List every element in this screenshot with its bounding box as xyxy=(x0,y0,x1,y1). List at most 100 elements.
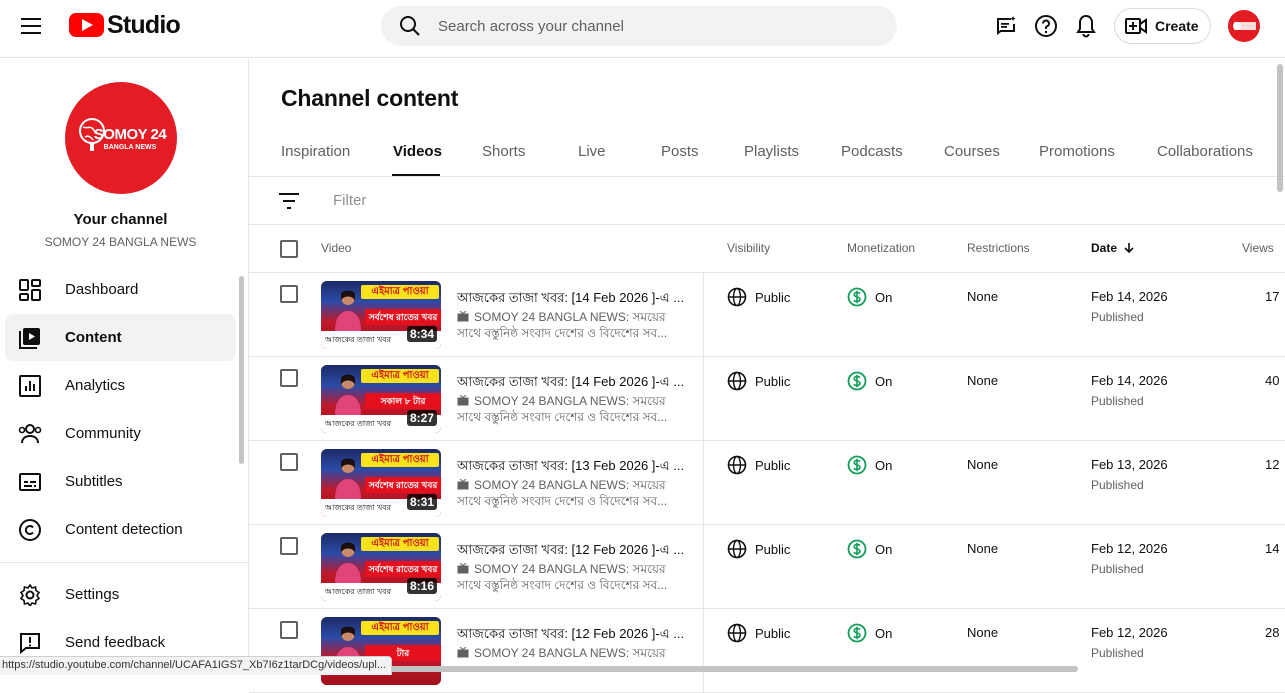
filter-input[interactable]: Filter xyxy=(333,192,366,209)
globe-icon xyxy=(727,623,747,643)
sidebar-item-community[interactable]: Community xyxy=(5,410,236,457)
tab-videos[interactable]: Videos xyxy=(393,143,442,160)
video-thumbnail[interactable]: এইমাত্র পাওয়া সকাল ৮ টার আজকের তাজা খবর… xyxy=(321,365,441,433)
video-duration: 8:31 xyxy=(406,494,437,510)
description-line2: সাথে বস্তুনিষ্ঠ সংবাদ দেশের ও বিদেশের সব… xyxy=(457,578,668,592)
channel-logo-line2: BANGLA NEWS xyxy=(103,143,157,151)
filter-icon[interactable] xyxy=(278,191,300,211)
video-title[interactable]: আজকের তাজা খবর: [12 Feb 2026 ]-এ ... xyxy=(457,625,689,646)
column-header-monetization[interactable]: Monetization xyxy=(847,241,915,255)
views-value: 28 xyxy=(1265,625,1280,640)
dollar-icon xyxy=(847,623,867,643)
account-avatar[interactable] xyxy=(1228,10,1260,42)
thumbnail-banner: এইমাত্র পাওয়া xyxy=(361,453,439,467)
search-input[interactable] xyxy=(438,17,878,35)
restrictions-value: None xyxy=(967,625,999,640)
row-checkbox[interactable] xyxy=(280,285,298,303)
table-row[interactable]: এইমাত্র পাওয়া সর্বশেষ রাতের খবর আজকের ত… xyxy=(249,525,1285,609)
studio-logo[interactable]: Studio xyxy=(69,10,181,40)
tab-courses[interactable]: Courses xyxy=(944,143,1000,160)
date-value: Feb 13, 2026 xyxy=(1091,457,1168,472)
sidebar-item-subtitles[interactable]: Subtitles xyxy=(5,458,236,505)
visibility-value: Public xyxy=(755,541,791,557)
thumbnail-banner: এইমাত্র পাওয়া xyxy=(361,285,439,299)
column-header-restrictions[interactable]: Restrictions xyxy=(967,241,1030,255)
row-checkbox[interactable] xyxy=(280,537,298,555)
publish-status: Published xyxy=(1091,646,1144,660)
sidebar-scrollbar[interactable] xyxy=(239,276,244,464)
row-checkbox[interactable] xyxy=(280,453,298,471)
search-bar[interactable] xyxy=(381,6,897,46)
tab-podcasts[interactable]: Podcasts xyxy=(841,143,903,160)
visibility-cell[interactable]: Public xyxy=(727,455,790,475)
monetization-cell[interactable]: On xyxy=(847,539,892,559)
video-title[interactable]: আজকের তাজা খবর: [13 Feb 2026 ]-এ ... xyxy=(457,457,689,478)
tv-icon xyxy=(457,647,469,658)
monetization-value: On xyxy=(875,373,893,389)
globe-icon xyxy=(727,371,747,391)
help-icon[interactable] xyxy=(1033,13,1059,39)
video-title[interactable]: আজকের তাজা খবর: [14 Feb 2026 ]-এ ... xyxy=(457,289,689,310)
visibility-cell[interactable]: Public xyxy=(727,623,790,643)
presenter-image-icon xyxy=(335,290,361,331)
column-header-date[interactable]: Date xyxy=(1091,241,1135,255)
globe-icon xyxy=(727,539,747,559)
monetization-value: On xyxy=(875,457,893,473)
views-value: 14 xyxy=(1265,541,1280,556)
date-value: Feb 12, 2026 xyxy=(1091,541,1168,556)
column-separator xyxy=(703,273,704,357)
sidebar-item-settings[interactable]: Settings xyxy=(5,571,236,618)
monetization-cell[interactable]: On xyxy=(847,455,892,475)
row-checkbox[interactable] xyxy=(280,369,298,387)
page-scrollbar[interactable] xyxy=(1277,64,1283,192)
video-description: SOMOY 24 BANGLA NEWS: সময়ের সাথে বস্তুন… xyxy=(457,477,685,509)
visibility-value: Public xyxy=(755,373,791,389)
video-thumbnail[interactable]: এইমাত্র পাওয়া সর্বশেষ রাতের খবর আজকের ত… xyxy=(321,449,441,517)
select-all-checkbox[interactable] xyxy=(280,240,298,258)
visibility-cell[interactable]: Public xyxy=(727,371,790,391)
row-checkbox[interactable] xyxy=(280,621,298,639)
visibility-cell[interactable]: Public xyxy=(727,287,790,307)
create-video-icon xyxy=(1125,18,1147,34)
bell-icon[interactable] xyxy=(1073,13,1099,39)
top-bar: Studio Create xyxy=(0,0,1285,58)
tab-playlists[interactable]: Playlists xyxy=(744,143,799,160)
gear-icon xyxy=(17,582,43,608)
table-row[interactable]: এইমাত্র পাওয়া সকাল ৮ টার আজকের তাজা খবর… xyxy=(249,357,1285,441)
tab-shorts[interactable]: Shorts xyxy=(482,143,525,160)
video-title[interactable]: আজকের তাজা খবর: [14 Feb 2026 ]-এ ... xyxy=(457,373,689,394)
monetization-cell[interactable]: On xyxy=(847,623,892,643)
thumbnail-band: সকাল ৮ টার xyxy=(365,393,441,409)
column-header-views[interactable]: Views xyxy=(1242,241,1274,255)
tab-promotions[interactable]: Promotions xyxy=(1039,143,1115,160)
table-row[interactable]: এইমাত্র পাওয়া সর্বশেষ রাতের খবর আজকের ত… xyxy=(249,441,1285,525)
table-row[interactable]: এইমাত্র পাওয়া সর্বশেষ রাতের খবর আজকের ত… xyxy=(249,273,1285,357)
video-title[interactable]: আজকের তাজা খবর: [12 Feb 2026 ]-এ ... xyxy=(457,541,689,562)
table-row[interactable]: এইমাত্র পাওয়া টার আজকের তাজা খবর: [12 F… xyxy=(249,609,1285,693)
filter-divider xyxy=(249,224,1285,225)
tab-collaborations[interactable]: Collaborations xyxy=(1157,143,1253,160)
monetization-cell[interactable]: On xyxy=(847,287,892,307)
monetization-cell[interactable]: On xyxy=(847,371,892,391)
channel-avatar[interactable]: SOMOY 24 BANGLA NEWS xyxy=(65,82,177,194)
your-channel-label: Your channel xyxy=(73,211,168,228)
tab-inspiration[interactable]: Inspiration xyxy=(281,143,350,160)
column-header-visibility[interactable]: Visibility xyxy=(727,241,770,255)
sidebar-item-dashboard[interactable]: Dashboard xyxy=(5,266,236,313)
visibility-cell[interactable]: Public xyxy=(727,539,790,559)
sidebar-item-content[interactable]: Content xyxy=(5,314,236,361)
tab-live[interactable]: Live xyxy=(578,143,606,160)
sidebar-item-content-detection[interactable]: Content detection xyxy=(5,506,236,553)
video-thumbnail[interactable]: এইমাত্র পাওয়া সর্বশেষ রাতের খবর আজকের ত… xyxy=(321,533,441,601)
sidebar-item-label: Subtitles xyxy=(65,473,123,490)
video-thumbnail[interactable]: এইমাত্র পাওয়া সর্বশেষ রাতের খবর আজকের ত… xyxy=(321,281,441,349)
date-header-label: Date xyxy=(1091,241,1118,255)
create-button[interactable]: Create xyxy=(1114,8,1211,44)
dollar-icon xyxy=(847,455,867,475)
menu-icon[interactable] xyxy=(18,13,44,39)
sidebar-item-label: Analytics xyxy=(65,377,126,394)
feedback-icon xyxy=(17,630,43,656)
chat-icon[interactable] xyxy=(993,13,1019,39)
sidebar-item-analytics[interactable]: Analytics xyxy=(5,362,236,409)
tab-posts[interactable]: Posts xyxy=(661,143,699,160)
